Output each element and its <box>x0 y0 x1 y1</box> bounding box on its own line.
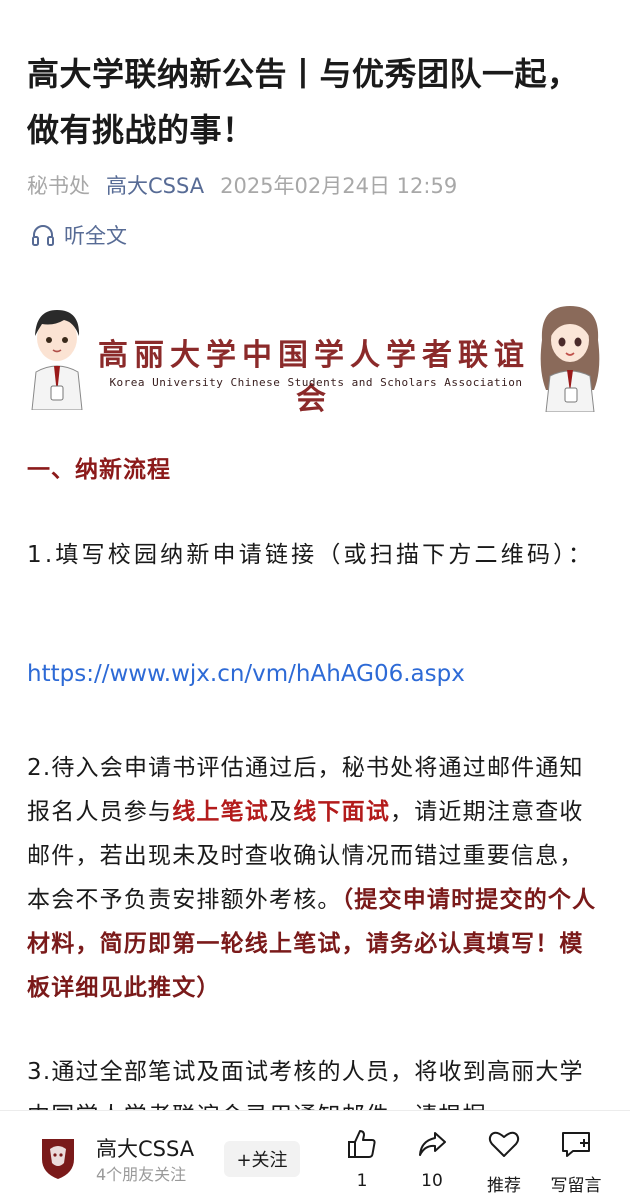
association-banner: 高丽大学中国学人学者联谊会 Korea University Chinese S… <box>24 296 606 417</box>
bottom-account-name[interactable]: 高大CSSA <box>96 1133 194 1163</box>
share-arrow-icon <box>419 1132 446 1156</box>
follow-button[interactable]: +关注 <box>224 1141 300 1177</box>
online-test-highlight: 线上笔试 <box>172 799 270 825</box>
comment-label: 写留言 <box>550 1176 602 1196</box>
step2-paragraph: 2.待入会申请书评估通过后，秘书处将通过邮件通知报名人员参与线上笔试及线下面试，… <box>27 746 607 1010</box>
article-page: 高大学联纳新公告丨与优秀团队一起，做有挑战的事！ 秘书处 高大CSSA 2025… <box>0 0 630 1199</box>
publish-datetime: 2025年02月24日 12:59 <box>220 174 458 198</box>
share-count: 10 <box>421 1171 443 1191</box>
thumbs-up-icon <box>348 1130 376 1158</box>
heart-icon <box>488 1131 520 1157</box>
article-title: 高大学联纳新公告丨与优秀团队一起，做有挑战的事！ <box>27 55 580 149</box>
recommend-button[interactable]: 推荐 <box>474 1127 534 1196</box>
association-name-en: Korea University Chinese Students and Sc… <box>109 376 523 389</box>
like-count: 1 <box>356 1171 368 1191</box>
account-logo[interactable] <box>34 1133 82 1181</box>
comment-plus-icon <box>562 1132 590 1157</box>
step1-text: 1.填写校园纳新申请链接（或扫描下方二维码）： <box>27 542 595 568</box>
headphones-icon <box>30 222 56 248</box>
girl-avatar-illustration <box>540 306 600 412</box>
offline-interview-highlight: 线下面试 <box>293 799 391 825</box>
account-link[interactable]: 高大CSSA <box>106 170 204 200</box>
friends-following-text: 4个朋友关注 <box>96 1165 187 1184</box>
listen-label: 听全文 <box>64 224 127 248</box>
boy-avatar-illustration <box>31 310 83 410</box>
like-button[interactable]: 1 <box>332 1127 392 1191</box>
application-link[interactable]: https://www.wjx.cn/vm/hAhAG06.aspx <box>27 661 465 687</box>
listen-button[interactable]: 听全文 <box>30 218 127 252</box>
comment-button[interactable]: 写留言 <box>546 1127 606 1196</box>
association-name-cn: 高丽大学中国学人学者联谊会 <box>98 338 530 417</box>
share-button[interactable]: 10 <box>402 1127 462 1191</box>
recommend-label: 推荐 <box>487 1176 521 1196</box>
step2-text-b: 及 <box>269 799 294 825</box>
article-meta: 秘书处 高大CSSA 2025年02月24日 12:59 <box>27 168 457 202</box>
author-name: 秘书处 <box>27 174 90 198</box>
bottom-action-bar: 高大CSSA 4个朋友关注 +关注 1 10 推荐 写留言 <box>0 1110 630 1199</box>
section-heading: 一、纳新流程 <box>27 457 171 483</box>
